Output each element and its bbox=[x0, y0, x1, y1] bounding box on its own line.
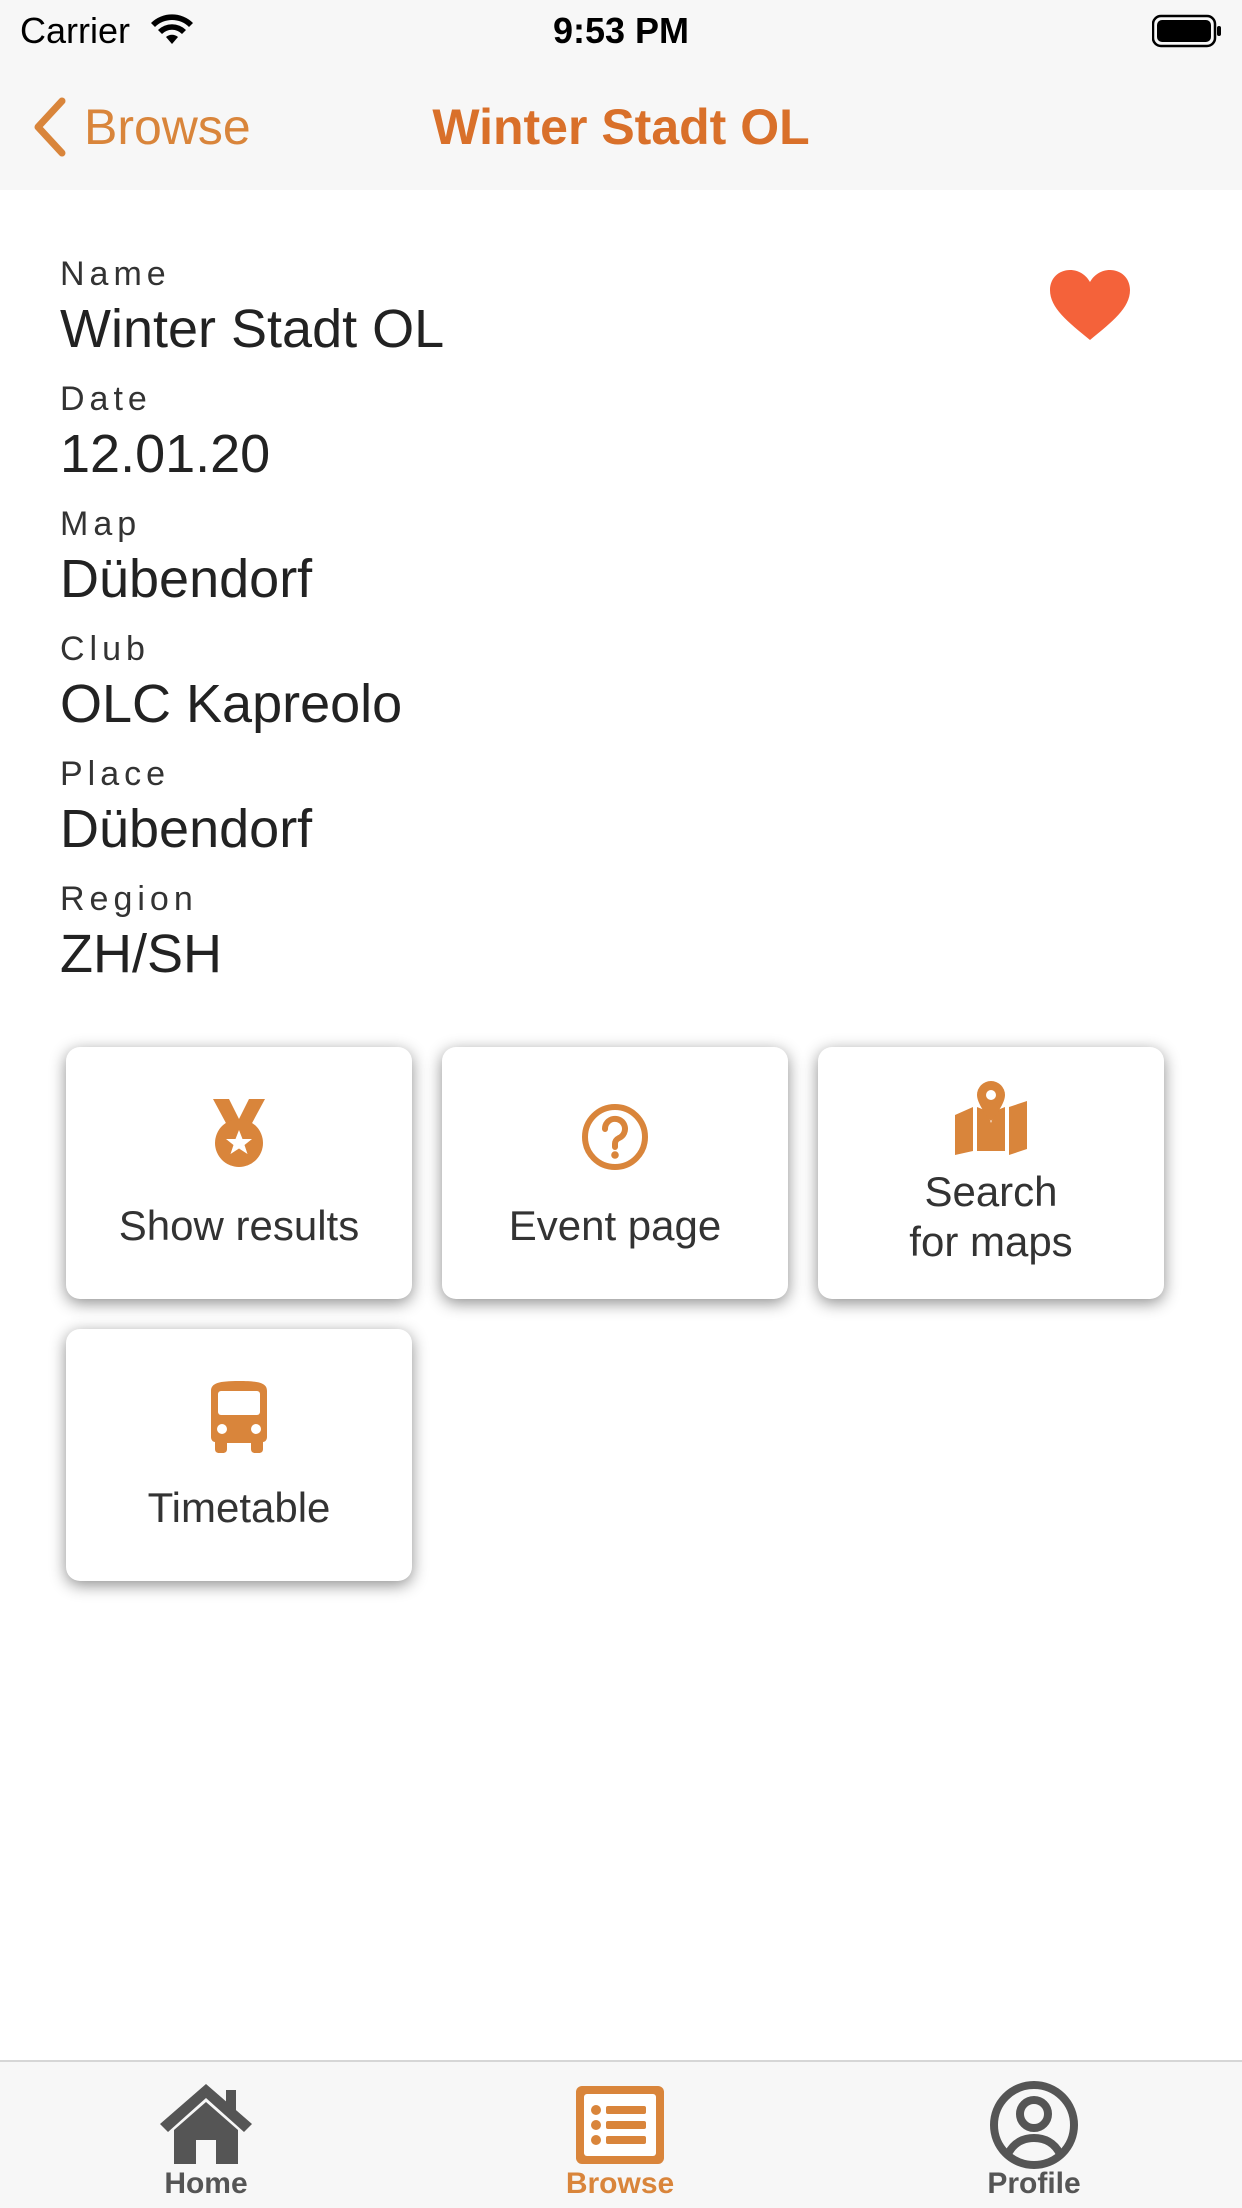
page-title: Winter Stadt OL bbox=[432, 99, 810, 155]
region-label: Region bbox=[60, 880, 198, 918]
medal-icon bbox=[213, 1099, 265, 1167]
date-field: Date 12.01.20 bbox=[60, 379, 960, 504]
bus-icon bbox=[211, 1381, 267, 1453]
region-value: ZH/SH bbox=[60, 924, 222, 984]
map-marker-icon bbox=[955, 1081, 1027, 1155]
timetable-label: Timetable bbox=[147, 1484, 331, 1531]
tab-bar: Home Browse Profile bbox=[0, 2060, 1242, 2208]
tab-browse-label: Browse bbox=[565, 2167, 675, 2200]
battery-icon bbox=[1152, 14, 1221, 48]
club-label: Club bbox=[60, 630, 150, 668]
timetable-button[interactable]: Timetable bbox=[66, 1329, 412, 1581]
list-icon bbox=[576, 2086, 664, 2164]
question-circle-icon bbox=[582, 1104, 648, 1170]
clock: 9:53 PM bbox=[552, 10, 690, 51]
heart-icon[interactable] bbox=[1048, 268, 1132, 342]
user-circle-icon bbox=[990, 2081, 1078, 2169]
tab-browse[interactable]: Browse bbox=[520, 2072, 720, 2202]
home-icon bbox=[160, 2084, 252, 2164]
club-value: OLC Kapreolo bbox=[60, 674, 403, 734]
event-page-label: Event page bbox=[508, 1202, 722, 1249]
map-value: Dübendorf bbox=[60, 549, 313, 609]
name-value: Winter Stadt OL bbox=[60, 299, 445, 359]
status-bar: Carrier 9:53 PM bbox=[0, 0, 1242, 62]
tab-profile[interactable]: Profile bbox=[934, 2072, 1134, 2202]
place-label: Place bbox=[60, 755, 171, 793]
tab-home-label: Home bbox=[164, 2167, 248, 2200]
place-value: Dübendorf bbox=[60, 799, 313, 859]
show-results-button[interactable]: Show results bbox=[66, 1047, 412, 1299]
show-results-label: Show results bbox=[118, 1202, 360, 1249]
search-maps-label-line1: Search bbox=[924, 1168, 1058, 1215]
search-maps-label-line2: for maps bbox=[909, 1218, 1073, 1265]
navigation-bar: Browse Winter Stadt OL bbox=[0, 62, 1242, 190]
club-field: Club OLC Kapreolo bbox=[60, 629, 960, 754]
search-maps-button[interactable]: Search for maps bbox=[818, 1047, 1164, 1299]
name-field: Name Winter Stadt OL bbox=[60, 254, 960, 379]
place-field: Place Dübendorf bbox=[60, 754, 960, 879]
date-label: Date bbox=[60, 380, 152, 418]
region-field: Region ZH/SH bbox=[60, 879, 960, 1004]
name-label: Name bbox=[60, 255, 171, 293]
date-value: 12.01.20 bbox=[60, 424, 271, 484]
event-details: Name Winter Stadt OL Date 12.01.20 Map D… bbox=[60, 254, 960, 1004]
tab-profile-label: Profile bbox=[987, 2167, 1081, 2200]
tab-home[interactable]: Home bbox=[106, 2072, 306, 2202]
event-page-button[interactable]: Event page bbox=[442, 1047, 788, 1299]
map-field: Map Dübendorf bbox=[60, 504, 960, 629]
map-label: Map bbox=[60, 505, 142, 543]
